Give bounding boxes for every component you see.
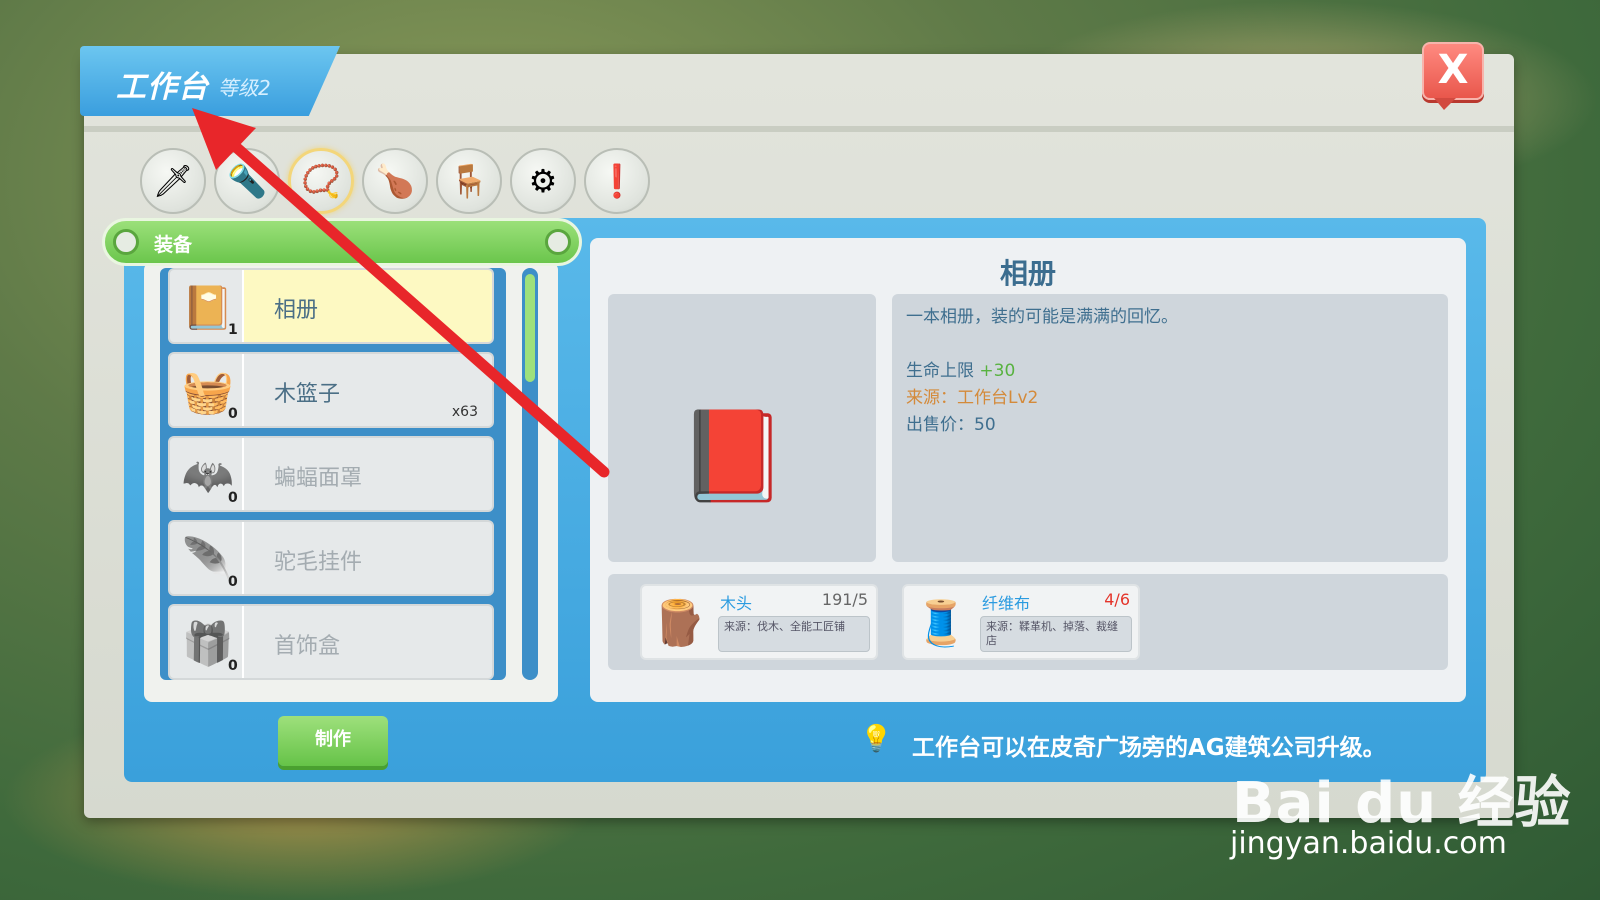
item-source: 来源：工作台Lv2 <box>906 388 1039 408</box>
list-item[interactable]: 🦇 0 蝙蝠面罩 <box>168 436 494 512</box>
fiber-cloth-icon: 🧵 <box>913 598 969 649</box>
header-dot-left <box>113 229 139 255</box>
material-source: 来源：鞣革机、掉落、裁缝店 <box>980 616 1132 652</box>
item-name: 木篮子 <box>274 382 341 407</box>
meat-icon: 🍗 <box>375 162 415 200</box>
close-button[interactable]: X <box>1422 42 1484 100</box>
category-tab-special[interactable]: ❗ <box>584 148 650 214</box>
item-name: 相册 <box>274 298 319 323</box>
category-tab-parts[interactable]: ⚙ <box>510 148 576 214</box>
stat-value: +30 <box>979 361 1016 381</box>
item-name: 首饰盒 <box>274 634 341 659</box>
lightbulb-icon: 💡 <box>860 724 893 754</box>
item-divider <box>242 354 244 426</box>
list-scrollbar[interactable] <box>522 268 538 680</box>
craft-button[interactable]: 制作 <box>278 716 388 766</box>
stat-line: 生命上限 +30 <box>906 358 1434 385</box>
list-item[interactable]: 🧺 0 木篮子 x63 <box>168 352 494 428</box>
owned-count: 0 <box>228 406 238 422</box>
window-title: 工作台 <box>116 70 209 105</box>
item-divider <box>242 606 244 678</box>
item-name: 驼毛挂件 <box>274 550 363 575</box>
material-quantity: 191/5 <box>821 590 868 609</box>
material-name: 木头 <box>720 594 753 613</box>
list-item[interactable]: 🪶 0 驼毛挂件 <box>168 520 494 596</box>
tip-text: 工作台可以在皮奇广场旁的AG建筑公司升级。 <box>912 735 1386 761</box>
stat-label: 生命上限 <box>906 361 974 381</box>
gear-icon: ⚙ <box>528 162 558 200</box>
sell-price: 出售价：50 <box>906 415 996 435</box>
photo-album-preview-icon: 📕 <box>678 404 788 507</box>
category-tab-tools[interactable]: 🔦 <box>214 148 280 214</box>
necklace-icon: 📿 <box>301 162 341 200</box>
material-quantity: 4/6 <box>1104 590 1130 609</box>
item-divider <box>242 438 244 510</box>
list-item[interactable]: 📔 1 相册 <box>168 268 494 344</box>
chair-icon: 🪑 <box>449 162 489 200</box>
owned-count: 1 <box>228 322 238 338</box>
exclamation-icon: ❗ <box>597 162 637 200</box>
item-description-box: 一本相册，装的可能是满满的回忆。 生命上限 +30 来源：工作台Lv2 出售价：… <box>892 294 1448 562</box>
watermark-url: jingyan.baidu.com <box>1230 826 1507 861</box>
close-button-tail <box>1434 98 1456 110</box>
category-tab-weapon[interactable]: 🗡 <box>140 148 206 214</box>
item-description: 一本相册，装的可能是满满的回忆。 <box>906 307 1178 327</box>
detail-panel: 相册 📕 一本相册，装的可能是满满的回忆。 生命上限 +30 来源：工作台Lv2… <box>590 238 1466 702</box>
list-header-label: 装备 <box>154 234 193 256</box>
material-name: 纤维布 <box>982 594 1031 613</box>
torch-icon: 🔦 <box>227 162 267 200</box>
category-tab-equipment[interactable]: 📿 <box>288 148 354 214</box>
category-tab-food[interactable]: 🍗 <box>362 148 428 214</box>
workbench-level: 等级2 <box>218 76 271 100</box>
owned-count: 0 <box>228 490 238 506</box>
item-name: 蝙蝠面罩 <box>274 466 363 491</box>
materials-box: 🪵 木头 191/5 来源：伐木、全能工匠铺 🧵 纤维布 4/6 来源：鞣革机、… <box>608 574 1448 670</box>
category-tab-furniture[interactable]: 🪑 <box>436 148 502 214</box>
craftable-count: x63 <box>451 404 478 420</box>
wood-icon: 🪵 <box>651 598 707 649</box>
recipe-list[interactable]: 📔 1 相册 🧺 0 木篮子 x63 🦇 0 蝙蝠面罩 🪶 0 驼毛挂件 🎁 0… <box>160 268 506 680</box>
header-dot-right <box>545 229 571 255</box>
item-divider <box>242 270 244 342</box>
owned-count: 0 <box>228 574 238 590</box>
detail-title: 相册 <box>999 257 1056 290</box>
material-source: 来源：伐木、全能工匠铺 <box>718 616 870 652</box>
item-preview: 📕 <box>608 294 876 562</box>
material-slot[interactable]: 🧵 纤维布 4/6 来源：鞣革机、掉落、裁缝店 <box>902 584 1140 660</box>
item-divider <box>242 522 244 594</box>
material-slot[interactable]: 🪵 木头 191/5 来源：伐木、全能工匠铺 <box>640 584 878 660</box>
window-divider <box>84 126 1514 132</box>
list-item[interactable]: 🎁 0 首饰盒 <box>168 604 494 680</box>
owned-count: 0 <box>228 658 238 674</box>
scrollbar-thumb[interactable] <box>525 274 535 382</box>
sword-icon: 🗡 <box>152 162 194 200</box>
